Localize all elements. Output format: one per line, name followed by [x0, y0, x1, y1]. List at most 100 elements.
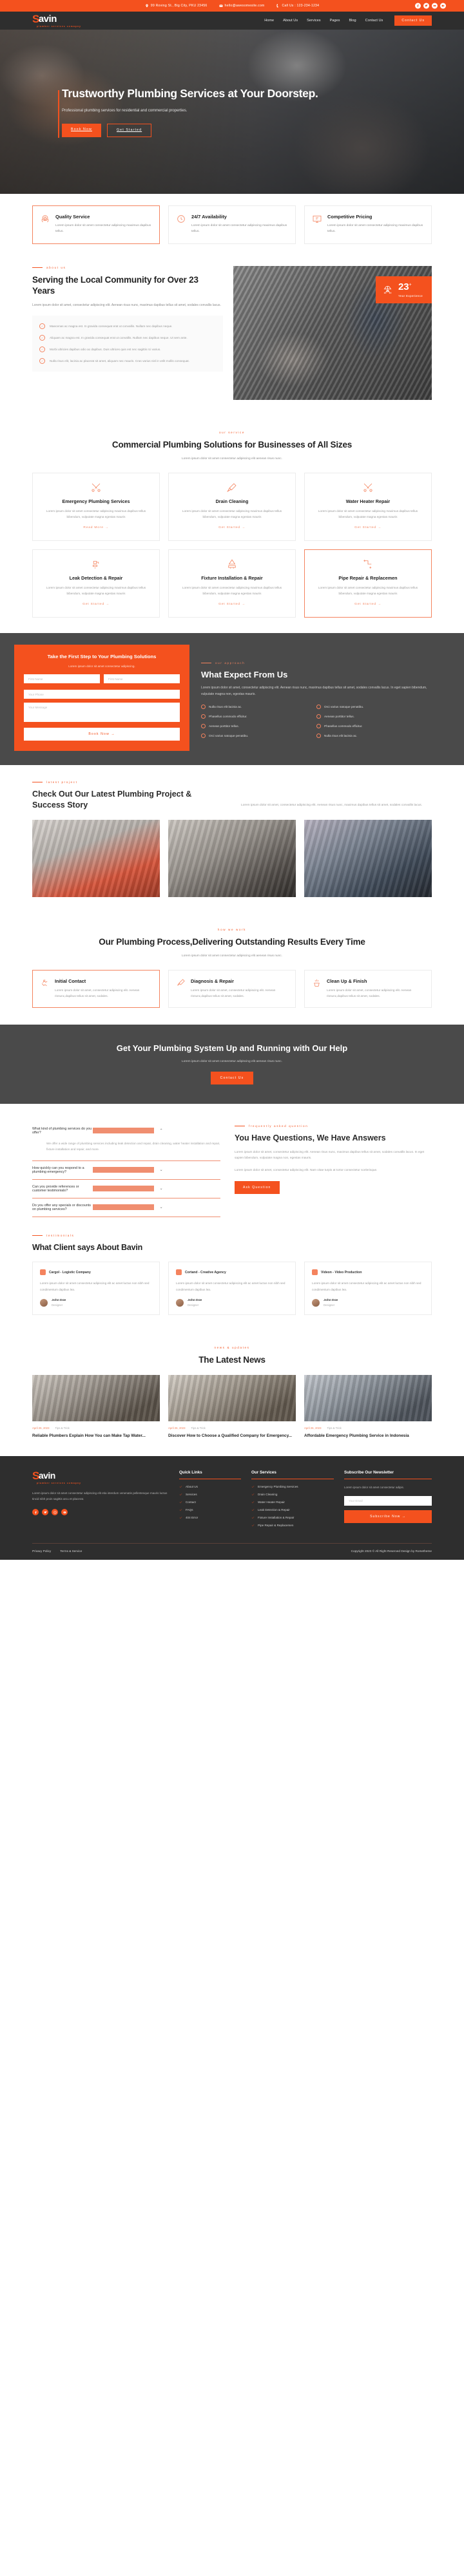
blog-post-title[interactable]: Affordable Emergency Plumbing Service in… [304, 1433, 432, 1439]
about-lead: Lorem ipsum dolor sit amet, consectetur … [32, 303, 221, 307]
footer-service-item[interactable]: Pipe Repair & Replacemen [251, 1524, 334, 1527]
faq-question-row[interactable]: Do you offer any specials or discounts o… [32, 1204, 220, 1211]
phone-input[interactable]: Your Phone [24, 690, 180, 699]
form-name-row: First Name First Name [24, 674, 180, 684]
blog-post-title[interactable]: Reliable Plumbers Explain How You can Ma… [32, 1433, 160, 1439]
footer-link-item[interactable]: Contact [179, 1501, 241, 1504]
service-link[interactable]: Read More → [83, 526, 108, 529]
project-image-technician[interactable] [304, 819, 432, 897]
feature-card-pricing[interactable]: Competitive Pricing Lorem ipsum dolor si… [304, 205, 432, 244]
first-name-input[interactable]: First Name [24, 674, 100, 684]
checklist-text: Morbi ultricies dapibus odio ac dapibus.… [50, 348, 161, 352]
feature-card-availability[interactable]: 24/7 Availability Lorem ipsum dolor sit … [168, 205, 296, 244]
service-text: Lorem ipsum dolor sit amet consectetur a… [46, 586, 146, 596]
form-submit-button[interactable]: Book Now → [24, 728, 180, 741]
youtube-icon[interactable] [432, 3, 438, 9]
get-started-button[interactable]: Get Started [106, 123, 152, 137]
footer-service-item[interactable]: Fixture Installation & Repair [251, 1516, 334, 1519]
footer-link-item[interactable]: About Us [179, 1485, 241, 1488]
footer-service-item[interactable]: Emergency Plumbing Services [251, 1485, 334, 1488]
topbar-email[interactable]: hello@awesomesite.com [218, 4, 265, 8]
service-link[interactable]: Get Started → [82, 603, 110, 606]
service-title: Drain Cleaning [215, 498, 249, 504]
footer-service-item[interactable]: Drain Cleaning [251, 1493, 334, 1496]
faq-item[interactable]: What kind of plumbing services do you of… [32, 1122, 220, 1161]
footer-link-item[interactable]: FAQs [179, 1508, 241, 1511]
process-step-clean-up-finish[interactable]: Clean Up & Finish Lorem ipsum dolor sit … [304, 969, 432, 1009]
author-role: Designer [188, 1303, 199, 1307]
chevron-down-icon[interactable]: ⌄ [160, 1168, 220, 1172]
footer-service-text: Pipe Repair & Replacemen [258, 1523, 294, 1527]
faq-item[interactable]: Can you provide references or customer t… [32, 1180, 220, 1198]
service-link[interactable]: Get Started → [218, 603, 246, 606]
ask-question-button[interactable]: Ask Question [235, 1181, 280, 1195]
message-textarea[interactable]: Your Message [24, 703, 180, 723]
nav-item-pages[interactable]: Pages [330, 19, 340, 23]
service-link[interactable]: Get Started → [354, 526, 382, 529]
faq-question-row[interactable]: What kind of plumbing services do you of… [32, 1127, 220, 1135]
nav-item-blog[interactable]: Blog [349, 19, 356, 23]
site-logo[interactable]: Savin plumber services comapny [32, 14, 81, 28]
service-link[interactable]: Get Started → [354, 603, 382, 606]
last-name-input[interactable]: First Name [104, 674, 180, 684]
blog-date: April 26, 2023 [168, 1426, 186, 1430]
nav-contact-button[interactable]: Contact Us [394, 15, 432, 26]
logo-tagline: plumber services comapny [37, 1482, 81, 1485]
faq-question-row[interactable]: How quickly can you respond to a plumbin… [32, 1166, 220, 1174]
topbar-phone[interactable]: Call Us : 123-234-1234 [276, 4, 319, 8]
book-now-button[interactable]: Book Now [62, 123, 101, 137]
footer-newsletter-text: Lorem ipsum dolor sit amet consectetur a… [344, 1485, 405, 1489]
footer-link-item[interactable]: 404 Error [179, 1516, 241, 1519]
faq-title: You Have Questions, We Have Answers [235, 1133, 386, 1142]
blog-post-card[interactable]: April 26, 2023 Tips & Trick Discover How … [168, 1374, 296, 1439]
process-step-diagnosis-repair[interactable]: Diagnosis & Repair Lorem ipsum dolor sit… [168, 969, 296, 1009]
blog-thumbnail [304, 1374, 432, 1421]
service-card-pipe-repair[interactable]: Pipe Repair & Replacemen Lorem ipsum dol… [304, 549, 432, 618]
chevron-down-icon[interactable]: ⌄ [160, 1206, 220, 1209]
service-card-fixture-installation[interactable]: Fixture Installation & Repair Lorem ipsu… [168, 549, 296, 618]
blog-post-card[interactable]: April 26, 2023 Tips & Trick Reliable Plum… [32, 1374, 160, 1439]
footer-service-item[interactable]: Water Heater Repair [251, 1501, 334, 1504]
terms-service-link[interactable]: Terms & Service [60, 1549, 82, 1553]
instagram-icon[interactable] [52, 1509, 58, 1516]
twitter-icon[interactable] [423, 3, 429, 9]
service-link[interactable]: Get Started → [218, 526, 246, 529]
footer-link-item[interactable]: Services [179, 1493, 241, 1496]
footer-legal-links: Privacy Policy Terms & Service [32, 1549, 82, 1553]
twitter-icon[interactable] [42, 1509, 48, 1516]
facebook-icon[interactable] [415, 3, 421, 9]
blog-post-card[interactable]: April 26, 2023 Tips & Trick Affordable Em… [304, 1374, 432, 1439]
faq-section: What kind of plumbing services do you of… [32, 1104, 432, 1234]
subscribe-button[interactable]: Subscribe Now → [344, 1510, 432, 1524]
faq-item[interactable]: Do you offer any specials or discounts o… [32, 1198, 220, 1217]
feature-card-quality-service[interactable]: Quality Service Lorem ipsum dolor sit am… [32, 205, 160, 244]
process-step-initial-contact[interactable]: Initial Contact Lorem ipsum dolor sit am… [32, 969, 160, 1009]
service-card-water-heater[interactable]: Water Heater Repair Lorem ipsum dolor si… [304, 472, 432, 542]
footer-service-item[interactable]: Leak Detection & Repair [251, 1508, 334, 1511]
newsletter-email-input[interactable]: Your Email [344, 1496, 432, 1506]
nav-item-contact[interactable]: Contact Us [365, 19, 383, 23]
cta-contact-button[interactable]: Contact Us [210, 1071, 254, 1084]
chevron-up-icon[interactable]: ⌃ [160, 1129, 220, 1133]
faq-item[interactable]: How quickly can you respond to a plumbin… [32, 1161, 220, 1180]
project-image-toolbox[interactable] [168, 819, 296, 897]
footer-social-links [32, 1509, 169, 1516]
nav-item-home[interactable]: Home [264, 19, 274, 23]
project-image-pipes[interactable] [32, 819, 160, 897]
service-card-leak-detection[interactable]: Leak Detection & Repair Lorem ipsum dolo… [32, 549, 160, 618]
faq-question-row[interactable]: Can you provide references or customer t… [32, 1185, 220, 1193]
service-card-drain-cleaning[interactable]: Drain Cleaning Lorem ipsum dolor sit ame… [168, 472, 296, 542]
service-card-emergency[interactable]: Emergency Plumbing Services Lorem ipsum … [32, 472, 160, 542]
nav-item-services[interactable]: Services [307, 19, 320, 23]
blog-post-title[interactable]: Discover How to Choose a Qualified Compa… [168, 1433, 296, 1439]
approach-item-text: Phasellus commodo efficitur. [324, 724, 363, 728]
video-icon[interactable] [440, 3, 446, 9]
main-navigation: Savin plumber services comapny Home Abou… [0, 12, 464, 30]
nav-item-about[interactable]: About Us [283, 19, 298, 23]
youtube-icon[interactable] [61, 1509, 68, 1516]
facebook-icon[interactable] [32, 1509, 39, 1516]
chevron-down-icon[interactable]: ⌄ [160, 1187, 220, 1191]
footer-logo[interactable]: Savin plumber services comapny [32, 1470, 169, 1485]
faq-divider [93, 1186, 154, 1192]
privacy-policy-link[interactable]: Privacy Policy [32, 1549, 51, 1553]
